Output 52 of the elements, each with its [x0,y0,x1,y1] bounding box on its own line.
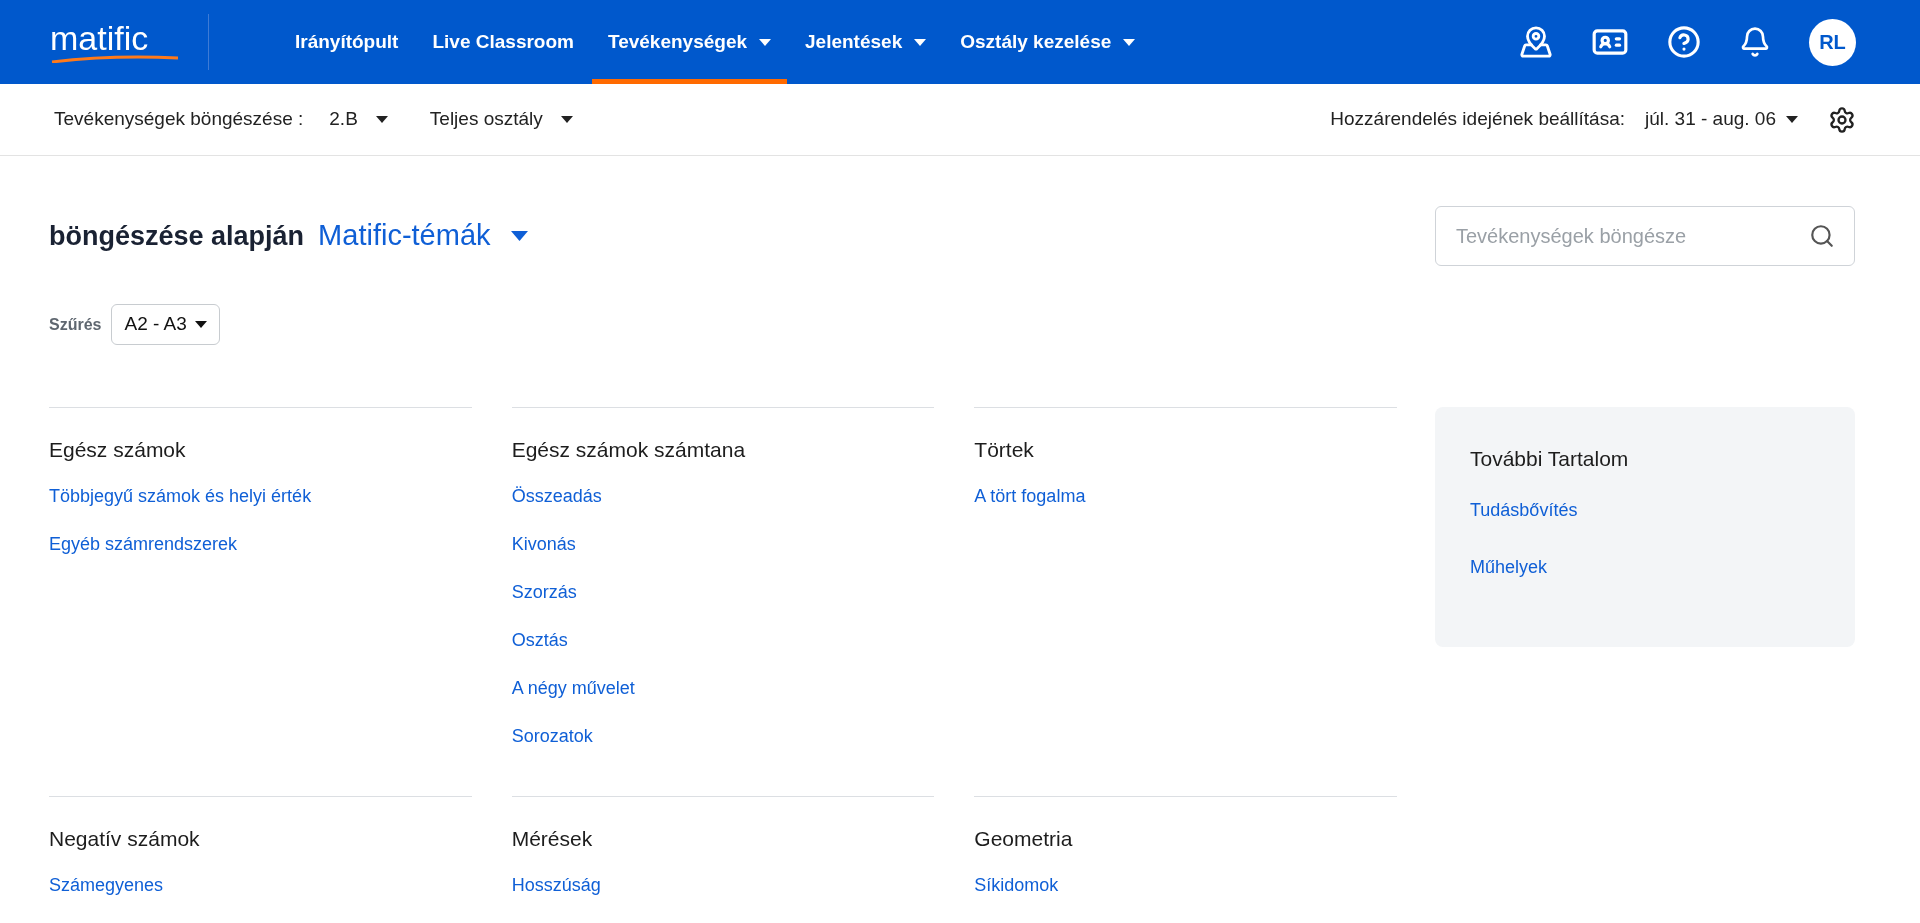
topic-link[interactable]: Kivonás [511,531,576,556]
page-heading: böngészése alapján [49,219,305,253]
panel-title: További Tartalom [1470,446,1630,472]
more-content-link[interactable]: Műhelyek [1470,553,1548,581]
topic-link[interactable]: Szorzás [511,579,577,604]
section-title: Geometria [974,826,1074,852]
caret-icon [759,38,772,46]
class-dropdown[interactable]: 2.B [329,105,388,134]
topic-link[interactable]: Egyéb számrendszerek [49,531,238,556]
topic-link[interactable]: A négy művelet [511,675,635,700]
map-icon[interactable] [1519,25,1553,59]
topic-link[interactable]: Osztás [511,627,568,652]
section-title: Egész számok [49,437,187,463]
date-range-dropdown[interactable]: júl. 31 - aug. 06 [1645,105,1798,134]
caret-icon [194,321,207,328]
caret-icon [560,116,573,123]
browse-label: Tevékenységek böngészése : [54,107,304,132]
caret-icon [1123,38,1136,46]
settings-icon[interactable] [1828,105,1856,134]
nav-tab[interactable]: Tevékenységek [591,0,788,84]
caret-icon [914,38,927,46]
topic-link[interactable]: Többjegyű számok és helyi érték [49,483,312,508]
nav-tab[interactable]: Irányítópult [279,0,415,84]
topic-link[interactable]: Összeadás [511,483,602,508]
nav-tab[interactable]: Jelentések [789,0,943,84]
filter-dropdown[interactable]: A2 - A3 [111,304,220,345]
topic-link[interactable]: Síkidomok [974,872,1059,897]
section-title: Egész számok számtana [511,437,747,463]
logo-swoosh-icon [50,55,180,63]
caret-icon [375,116,388,123]
search-field[interactable]: Tevékenységek böngésze [1435,206,1855,266]
section-title: Mérések [511,826,594,852]
topic-link[interactable]: A tört fogalma [974,483,1086,508]
filter-label: Szűrés [49,314,102,335]
caret-icon [510,231,528,241]
section-title: Törtek [974,437,1035,463]
logo[interactable]: matific [50,21,180,63]
nav-tab[interactable]: Osztály kezelése [944,0,1152,84]
topic-dropdown[interactable]: Matific-témák [318,214,528,258]
notifications-icon[interactable] [1739,26,1771,58]
more-content-link[interactable]: Tudásbővítés [1470,496,1578,524]
assign-time-label: Hozzárendelés idejének beállítása: [1330,107,1625,132]
group-dropdown[interactable]: Teljes osztály [429,105,573,134]
section-title: Negatív számok [49,826,201,852]
topic-link[interactable]: Sorozatok [511,723,593,748]
help-icon[interactable] [1667,25,1701,59]
nav-tab[interactable]: Live Classroom [416,0,590,84]
caret-icon [1786,116,1798,123]
topic-link[interactable]: Számegyenes [49,872,164,897]
search-icon[interactable] [1809,223,1835,249]
topic-link[interactable]: Hosszúság [511,872,601,897]
user-avatar[interactable]: RL [1809,18,1856,66]
